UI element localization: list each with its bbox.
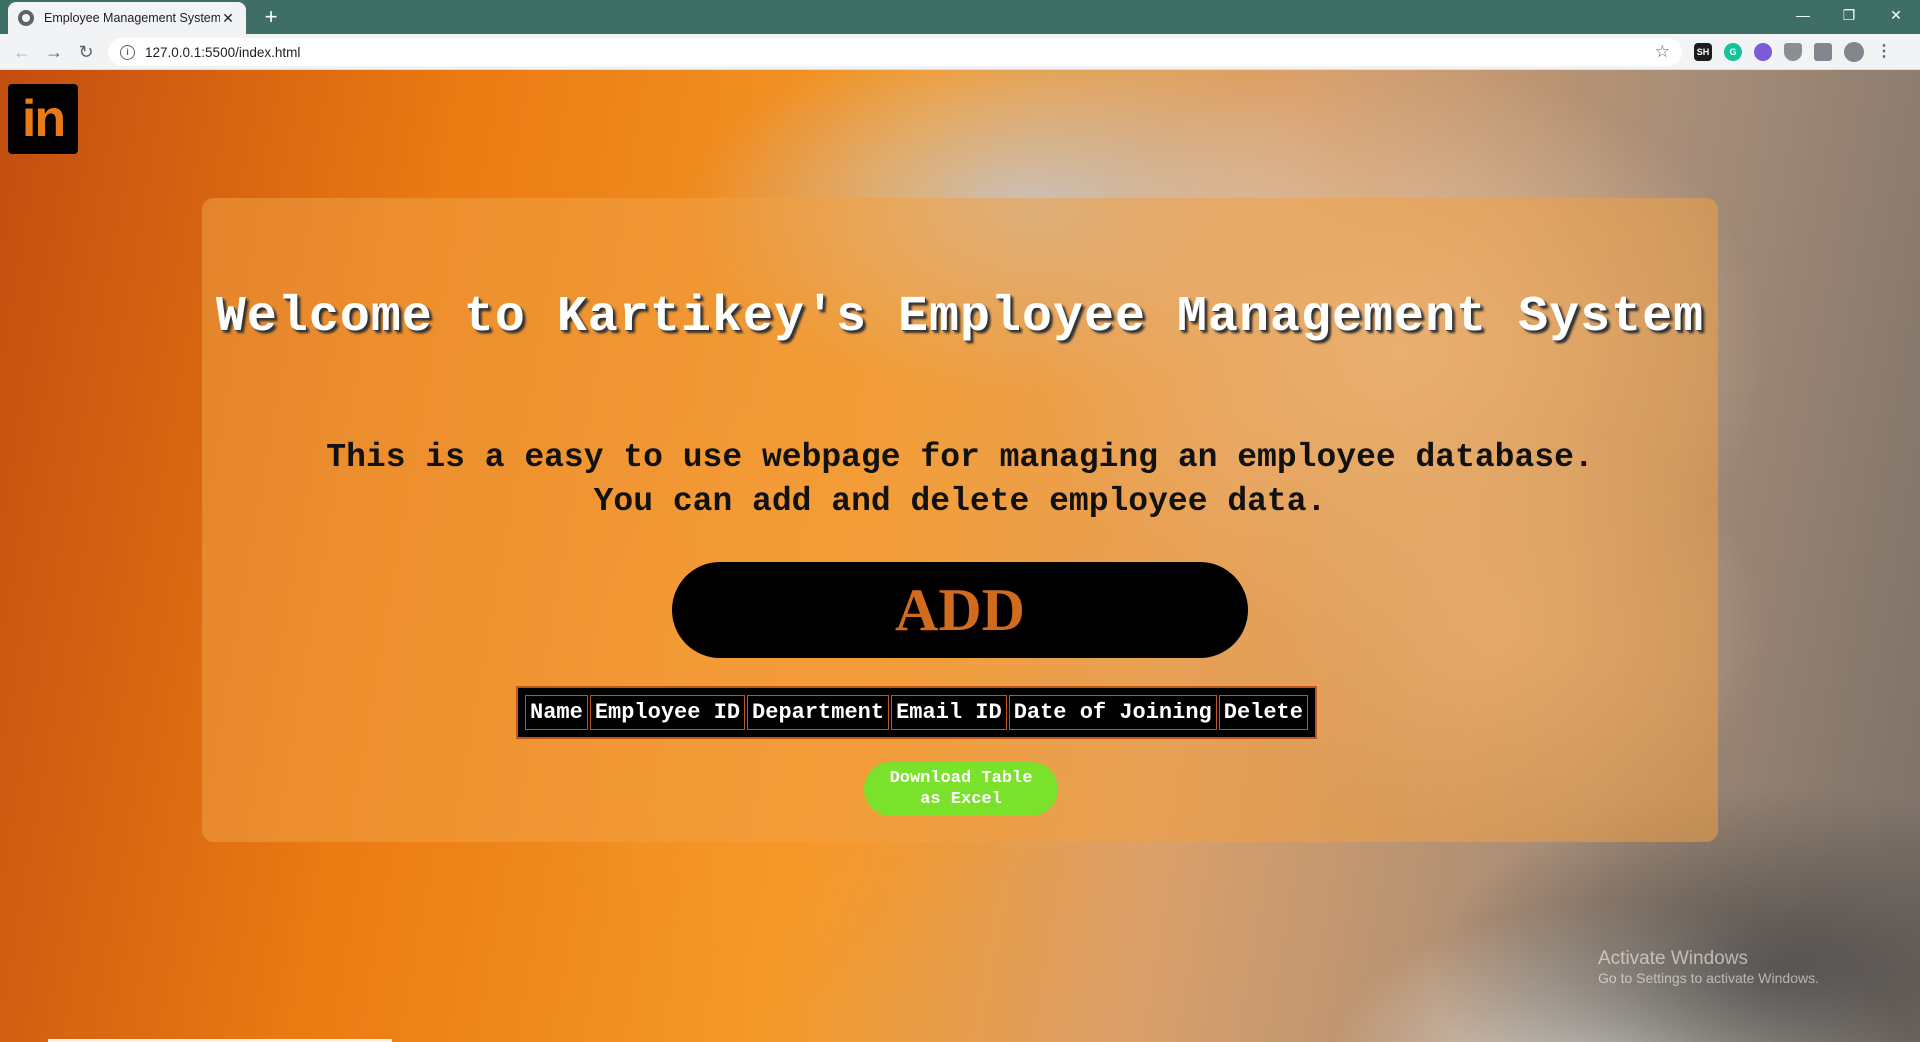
url-text[interactable]: 127.0.0.1:5500/index.html xyxy=(145,45,1655,60)
minimize-button[interactable]: — xyxy=(1780,0,1826,30)
main-panel: Welcome to Kartikey's Employee Managemen… xyxy=(202,198,1718,842)
column-header-employee-id: Employee ID xyxy=(589,695,746,730)
column-header-delete: Delete xyxy=(1218,695,1308,730)
extension-icons: SH G ⋮ xyxy=(1694,42,1892,62)
tab-title: Employee Management System xyxy=(44,11,220,25)
page-description: This is a easy to use webpage for managi… xyxy=(202,436,1718,524)
shield-extension-icon[interactable] xyxy=(1784,43,1802,61)
column-header-email-id: Email ID xyxy=(891,695,1007,730)
browser-toolbar: ← → ↻ i 127.0.0.1:5500/index.html ☆ SH G… xyxy=(0,34,1920,70)
circle-extension-icon[interactable] xyxy=(1754,43,1772,61)
address-bar[interactable]: i 127.0.0.1:5500/index.html ☆ xyxy=(108,38,1682,66)
add-employee-button[interactable]: ADD xyxy=(672,562,1248,658)
watermark-title: Activate Windows xyxy=(1598,948,1748,969)
page-title: Welcome to Kartikey's Employee Managemen… xyxy=(215,289,1705,346)
window-close-button[interactable]: ✕ xyxy=(1872,0,1920,30)
reload-icon[interactable]: ↻ xyxy=(74,40,98,64)
activate-windows-watermark: Activate Windows Go to Settings to activ… xyxy=(1598,948,1819,986)
sh-extension-icon[interactable]: SH xyxy=(1694,43,1712,61)
window-controls: — ❐ ✕ xyxy=(1780,0,1920,30)
back-arrow-icon[interactable]: ← xyxy=(10,40,34,64)
watermark-subtitle: Go to Settings to activate Windows. xyxy=(1598,970,1819,986)
kebab-menu-icon[interactable]: ⋮ xyxy=(1876,43,1892,61)
browser-titlebar: Employee Management System ✕ + — ❐ ✕ xyxy=(0,0,1920,34)
grammarly-extension-icon[interactable]: G xyxy=(1724,43,1742,61)
column-header-date-of-joining: Date of Joining xyxy=(1008,695,1217,730)
description-line-1: This is a easy to use webpage for managi… xyxy=(326,439,1594,476)
new-tab-button[interactable]: + xyxy=(258,4,284,30)
browser-tab[interactable]: Employee Management System ✕ xyxy=(8,2,246,34)
description-line-2: You can add and delete employee data. xyxy=(593,483,1327,520)
info-icon[interactable]: i xyxy=(120,44,135,60)
column-header-department: Department xyxy=(747,695,890,730)
profile-avatar-icon[interactable] xyxy=(1844,42,1864,62)
employee-table: Name Employee ID Department Email ID Dat… xyxy=(516,686,1317,739)
puzzle-extensions-icon[interactable] xyxy=(1814,43,1832,61)
table-header-row: Name Employee ID Department Email ID Dat… xyxy=(525,695,1308,730)
page-content: in Welcome to Kartikey's Employee Manage… xyxy=(0,70,1920,1042)
bookmark-star-icon[interactable]: ☆ xyxy=(1655,42,1670,62)
restore-button[interactable]: ❐ xyxy=(1826,0,1872,30)
download-excel-button[interactable]: Download Table as Excel xyxy=(864,762,1058,816)
column-header-name: Name xyxy=(525,695,588,730)
tab-close-icon[interactable]: ✕ xyxy=(220,10,236,27)
forward-arrow-icon[interactable]: → xyxy=(42,40,66,64)
linkedin-logo[interactable]: in xyxy=(8,84,78,154)
globe-icon xyxy=(18,10,34,26)
